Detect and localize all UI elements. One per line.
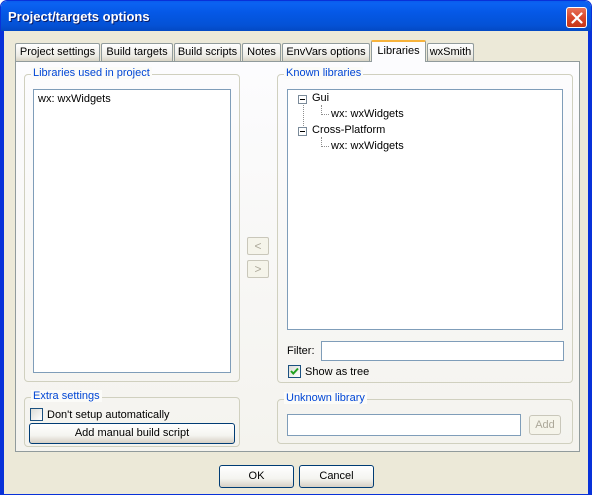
known-libraries-label: Known libraries [284, 67, 364, 79]
unknown-library-input[interactable] [287, 414, 521, 436]
window-title: Project/targets options [8, 9, 150, 24]
tab-libraries[interactable]: Libraries [371, 40, 426, 62]
title-bar[interactable]: Project/targets options [1, 1, 591, 31]
window-border-right [588, 31, 591, 494]
extra-settings-label: Extra settings [31, 390, 102, 402]
tab-build-scripts[interactable]: Build scripts [174, 43, 241, 61]
tree-leaf-cross-platform-wxwidgets[interactable]: wx: wxWidgets [331, 140, 404, 152]
dont-setup-checkbox[interactable] [30, 408, 43, 421]
unknown-library-label: Unknown library [284, 392, 367, 404]
add-unknown-library-button[interactable]: Add [529, 415, 561, 435]
tree-node-cross-platform[interactable]: Cross-Platform [312, 124, 385, 136]
known-libraries-tree[interactable]: Gui wx: wxWidgets Cross-Platform wx: wxW… [287, 89, 563, 330]
list-item[interactable]: wx: wxWidgets [38, 93, 111, 105]
unknown-library-group: Unknown library Add [277, 392, 573, 444]
close-icon [571, 12, 583, 24]
show-as-tree-checkbox[interactable] [288, 365, 301, 378]
add-manual-build-script-button[interactable]: Add manual build script [29, 423, 235, 444]
project-options-dialog: Project/targets options Project settings… [0, 0, 592, 495]
tab-notes[interactable]: Notes [242, 43, 281, 61]
dont-setup-label[interactable]: Don't setup automatically [47, 409, 170, 421]
add-library-button[interactable]: < [247, 237, 269, 255]
cancel-button[interactable]: Cancel [299, 465, 374, 488]
collapse-icon[interactable] [298, 95, 307, 104]
filter-input[interactable] [321, 341, 564, 361]
tab-project-settings[interactable]: Project settings [15, 43, 100, 61]
tree-node-gui[interactable]: Gui [312, 92, 329, 104]
collapse-icon[interactable] [298, 127, 307, 136]
libraries-tab-panel: Libraries used in project wx: wxWidgets … [15, 61, 580, 452]
window-border-left [1, 31, 4, 494]
remove-library-button[interactable]: > [247, 260, 269, 278]
tab-envvars-options[interactable]: EnvVars options [282, 43, 370, 61]
used-libraries-label: Libraries used in project [31, 67, 152, 79]
tab-build-targets[interactable]: Build targets [101, 43, 173, 61]
ok-button[interactable]: OK [219, 465, 294, 488]
extra-settings-group: Extra settings Don't setup automatically… [24, 390, 240, 447]
show-as-tree-label[interactable]: Show as tree [305, 366, 369, 378]
close-button[interactable] [566, 7, 587, 28]
tree-leaf-gui-wxwidgets[interactable]: wx: wxWidgets [331, 108, 404, 120]
used-libraries-group: Libraries used in project wx: wxWidgets [24, 67, 240, 382]
checkmark-icon [290, 367, 299, 375]
used-libraries-list[interactable]: wx: wxWidgets [33, 89, 231, 373]
filter-label: Filter: [287, 345, 315, 357]
known-libraries-group: Known libraries Gui wx: wxWidgets Cross-… [277, 67, 573, 383]
tab-wxsmith[interactable]: wxSmith [427, 43, 474, 61]
